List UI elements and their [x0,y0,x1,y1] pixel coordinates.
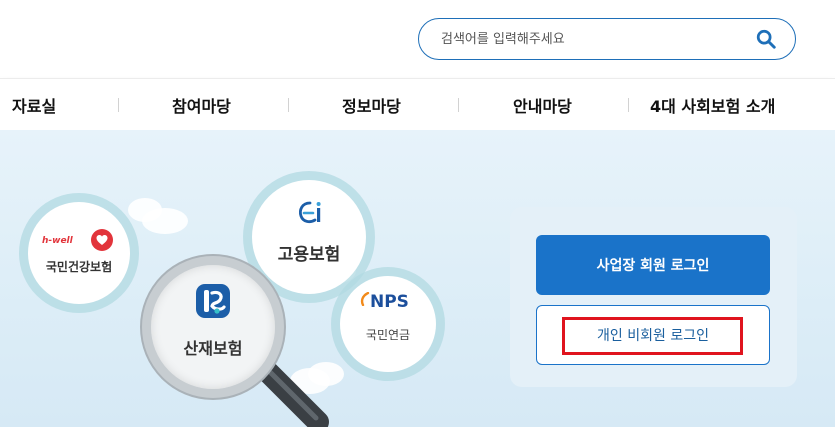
search-input[interactable] [441,28,741,50]
main-nav: 자료실 참여마당 정보마당 안내마당 4대 사회보험 소개 [0,78,835,131]
nav-divider [628,98,629,112]
health-brand-text: h-well [42,236,73,246]
nav-divider [458,98,459,112]
nav-divider [118,98,119,112]
employment-insurance-badge[interactable]: 고용보험 [252,180,366,294]
pension-brand-text: NPS [370,292,409,312]
personal-guest-login-button[interactable]: 개인 비회원 로그인 [536,305,770,365]
business-member-login-button[interactable]: 사업장 회원 로그인 [536,235,770,295]
cloud-decoration [142,208,188,234]
national-pension-label: 국민연금 [365,328,411,342]
search-box[interactable] [418,18,796,60]
header [0,0,835,78]
industrial-accident-logo-icon [196,284,230,318]
search-icon[interactable] [755,28,777,50]
industrial-accident-insurance-label: 산재보험 [183,339,243,358]
nav-item-information[interactable]: 정보마당 [342,93,401,117]
nps-swoosh-icon [360,292,370,306]
employment-logo-icon [299,201,321,224]
nav-item-guide[interactable]: 안내마당 [513,93,572,117]
nav-item-archive[interactable]: 자료실 [12,93,56,117]
employment-insurance-label: 고용보험 [277,245,341,265]
nav-item-participation[interactable]: 참여마당 [172,93,231,117]
health-insurance-badge[interactable]: h-well 국민건강보험 [28,202,130,304]
national-pension-badge[interactable]: NPS 국민연금 [340,276,436,372]
heart-icon [91,229,113,251]
nav-divider [288,98,289,112]
health-insurance-label: 국민건강보험 [45,260,113,274]
nav-item-social-insurance-intro[interactable]: 4대 사회보험 소개 [650,93,775,117]
industrial-accident-insurance-badge[interactable]: 산재보험 [142,256,284,398]
